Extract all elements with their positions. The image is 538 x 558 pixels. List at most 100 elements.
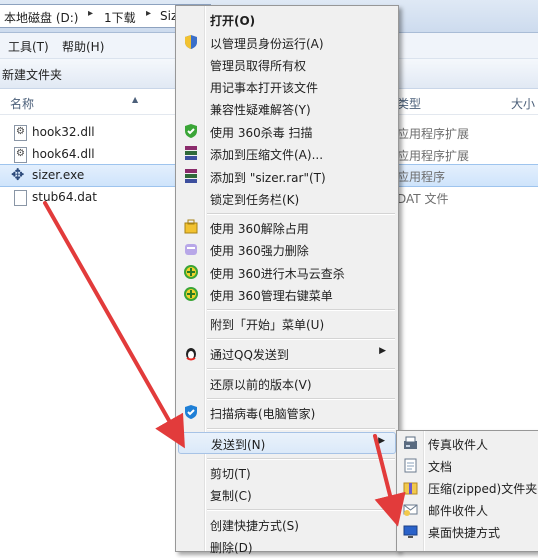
file-type: DAT 文件 <box>397 192 449 206</box>
menu-separator <box>207 368 395 370</box>
menu-item-label: 用记事本打开该文件 <box>210 81 319 95</box>
mail-icon <box>403 502 418 517</box>
submenu-arrow-icon: ▶ <box>379 346 386 356</box>
column-name[interactable]: 名称 <box>10 95 34 112</box>
menu-item-label: 剪切(T) <box>210 467 251 481</box>
360-antivirus-icon <box>183 123 199 139</box>
menu-item-label: 复制(C) <box>210 489 252 503</box>
menu-take-ownership[interactable]: 管理员取得所有权 <box>178 54 396 76</box>
menu-separator <box>207 309 395 311</box>
menu-cut[interactable]: 剪切(T) <box>178 462 396 484</box>
menu-item-label: 附到「开始」菜单(U) <box>210 318 325 332</box>
menu-send-to[interactable]: 发送到(N) ▶ <box>178 432 396 454</box>
menu-item-label: 添加到 "sizer.rar"(T) <box>210 171 326 185</box>
file-type: 应用程序扩展 <box>397 127 470 141</box>
file-name: stub64.dat <box>32 190 97 204</box>
qq-penguin-icon <box>183 345 199 361</box>
menu-item-label: 删除(D) <box>210 541 253 555</box>
file-type: 应用程序扩展 <box>397 149 470 163</box>
menu-360-shred[interactable]: 使用 360强力删除 <box>178 239 396 261</box>
menu-copy[interactable]: 复制(C) <box>178 484 396 506</box>
menu-item-label: 使用 360管理右键菜单 <box>210 289 333 303</box>
menu-item-label: 还原以前的版本(V) <box>210 378 312 392</box>
menu-restore-versions[interactable]: 还原以前的版本(V) <box>178 373 396 395</box>
file-icon <box>14 190 27 206</box>
uac-shield-icon <box>183 34 199 50</box>
breadcrumb-drive[interactable]: 本地磁盘 (D:) <box>4 9 78 26</box>
file-name: sizer.exe <box>32 168 85 182</box>
column-size[interactable]: 大小 <box>511 95 535 112</box>
column-type[interactable]: 类型 <box>397 95 421 112</box>
menu-pin-start[interactable]: 附到「开始」菜单(U) <box>178 313 396 335</box>
context-menu: 打开(O) 以管理员身份运行(A) 管理员取得所有权 用记事本打开该文件 兼容性… <box>175 5 399 555</box>
file-name: hook64.dll <box>32 147 95 161</box>
file-name: hook32.dll <box>32 125 95 139</box>
file-type: 应用程序 <box>397 170 446 184</box>
move-icon: ✥ <box>11 165 25 184</box>
menu-360-trojan-scan[interactable]: 使用 360进行木马云查杀 <box>178 262 396 284</box>
menu-item-label: 文档 <box>428 460 453 474</box>
menu-item-label: 压缩(zipped)文件夹 <box>428 482 538 496</box>
sendto-zip[interactable]: 压缩(zipped)文件夹 <box>399 477 538 499</box>
sendto-desktop-shortcut[interactable]: 桌面快捷方式 <box>399 521 538 543</box>
360-shred-icon <box>183 241 199 257</box>
documents-icon <box>403 458 418 473</box>
breadcrumb-folder[interactable]: 1下载 <box>104 9 136 26</box>
menu-open-notepad[interactable]: 用记事本打开该文件 <box>178 76 396 98</box>
menu-360-context-manage[interactable]: 使用 360管理右键菜单 <box>178 284 396 306</box>
menu-create-shortcut[interactable]: 创建快捷方式(S) <box>178 514 396 536</box>
fax-icon <box>403 436 418 451</box>
sendto-fax[interactable]: 传真收件人 <box>399 433 538 455</box>
menu-item-label: 添加到压缩文件(A)... <box>210 148 324 162</box>
360-plus-icon <box>183 286 199 302</box>
menu-360-unlock[interactable]: 使用 360解除占用 <box>178 217 396 239</box>
sendto-mail[interactable]: 邮件收件人 <box>399 499 538 521</box>
menu-separator <box>207 509 395 511</box>
menu-help[interactable]: 帮助(H) <box>62 38 104 55</box>
menu-item-label: 锁定到任务栏(K) <box>210 193 300 207</box>
360-unlock-icon <box>183 219 199 235</box>
menu-separator <box>207 213 395 215</box>
breadcrumb-separator-icon[interactable]: ▸ <box>88 8 93 19</box>
menu-send-via-qq[interactable]: 通过QQ发送到 ▶ <box>178 343 396 365</box>
dll-icon <box>14 147 27 163</box>
menu-tencent-scan[interactable]: 扫描病毒(电脑管家) <box>178 402 396 424</box>
menu-separator <box>207 428 395 430</box>
menu-item-label: 通过QQ发送到 <box>210 348 289 362</box>
menu-item-label: 打开(O) <box>210 14 256 28</box>
menu-open[interactable]: 打开(O) <box>178 9 396 31</box>
menu-add-archive[interactable]: 添加到压缩文件(A)... <box>178 143 396 165</box>
menu-separator <box>207 458 395 460</box>
annotation-arrow <box>43 201 185 449</box>
menu-run-as-admin[interactable]: 以管理员身份运行(A) <box>178 32 396 54</box>
menu-separator <box>207 398 395 400</box>
sort-ascending-icon: ▲ <box>132 95 139 104</box>
menu-item-label: 创建快捷方式(S) <box>210 519 299 533</box>
breadcrumb-separator-icon[interactable]: ▸ <box>146 8 151 19</box>
menu-tools[interactable]: 工具(T) <box>8 38 49 55</box>
zip-folder-icon <box>403 480 418 495</box>
menu-pin-taskbar[interactable]: 锁定到任务栏(K) <box>178 188 396 210</box>
menu-item-label: 兼容性疑难解答(Y) <box>210 103 311 117</box>
sendto-documents[interactable]: 文档 <box>399 455 538 477</box>
menu-item-label: 发送到(N) <box>211 438 266 452</box>
menu-item-label: 使用 360强力删除 <box>210 244 309 258</box>
menu-add-rar[interactable]: 添加到 "sizer.rar"(T) <box>178 166 396 188</box>
tencent-shield-icon <box>183 404 199 420</box>
submenu-arrow-icon: ▶ <box>378 436 385 446</box>
menu-item-label: 使用 360进行木马云查杀 <box>210 267 345 281</box>
desktop-icon <box>403 524 418 539</box>
menu-compat-troubleshoot[interactable]: 兼容性疑难解答(Y) <box>178 98 396 120</box>
menu-item-label: 使用 360杀毒 扫描 <box>210 126 313 140</box>
new-folder-button[interactable]: 新建文件夹 <box>2 66 62 83</box>
menu-360-scan[interactable]: 使用 360杀毒 扫描 <box>178 121 396 143</box>
winrar-icon <box>183 168 199 184</box>
menu-item-label: 邮件收件人 <box>428 504 489 518</box>
menu-item-label: 桌面快捷方式 <box>428 526 501 540</box>
send-to-submenu: 传真收件人 文档 压缩(zipped)文件夹 邮件收件人 桌面快捷方式 <box>396 430 538 552</box>
360-plus-icon <box>183 264 199 280</box>
menu-item-label: 管理员取得所有权 <box>210 59 307 73</box>
menu-delete[interactable]: 删除(D) <box>178 536 396 558</box>
menu-item-label: 以管理员身份运行(A) <box>210 37 324 51</box>
menu-item-label: 传真收件人 <box>428 438 489 452</box>
